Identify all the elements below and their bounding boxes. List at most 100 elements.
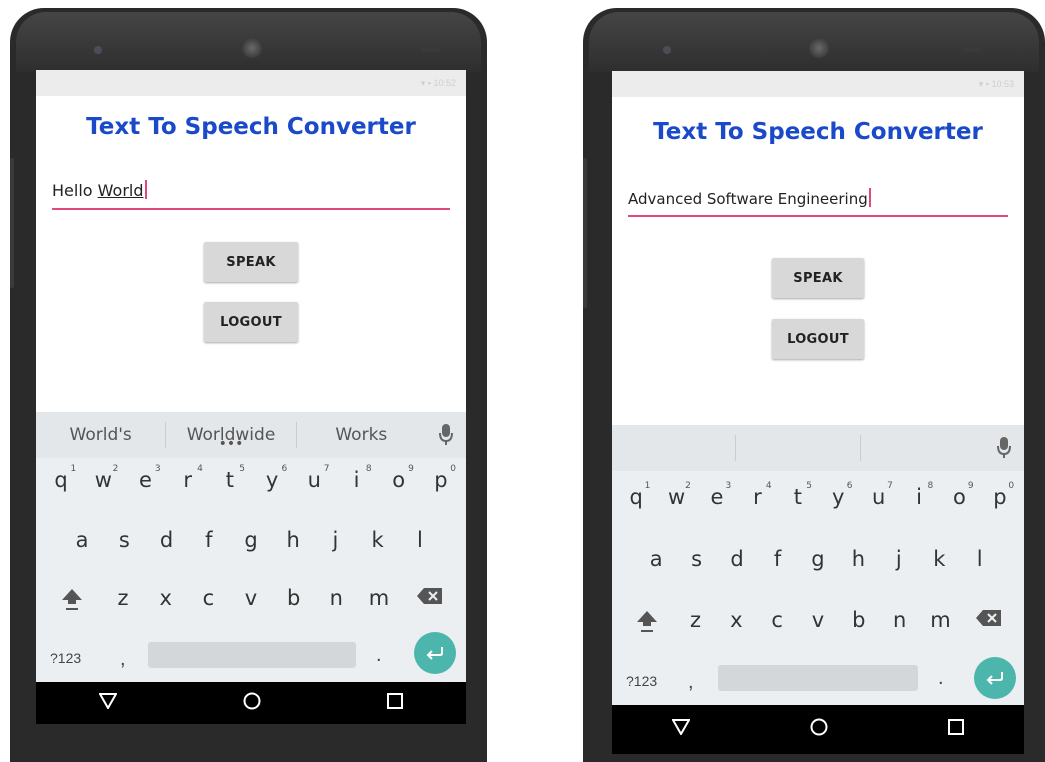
backspace-icon[interactable] [961,608,1018,648]
key-s[interactable]: s [103,528,145,568]
key-x[interactable]: x [144,586,187,626]
key-g[interactable]: g [798,547,838,587]
key-k[interactable]: k [919,547,959,587]
status-bar: ▾ ▪ 10:53 [612,71,1024,97]
key-a[interactable]: a [636,547,676,587]
logout-button[interactable]: LOGOUT [772,319,864,359]
keyboard-row-1: q1 w2 e3 r4 t5 y6 u7 i8 o9 p0 [612,481,1024,525]
key-g[interactable]: g [230,528,272,568]
key-f[interactable]: f [188,528,230,568]
key-w[interactable]: w2 [82,464,124,508]
key-l[interactable]: l [960,547,1000,587]
key-p[interactable]: p0 [420,464,462,508]
more-suggestions-dots: ••• [218,436,244,452]
key-c[interactable]: c [757,608,798,648]
key-t[interactable]: t5 [778,481,818,525]
back-triangle-icon[interactable] [671,719,691,740]
key-b[interactable]: b [838,608,879,648]
key-j[interactable]: j [879,547,919,587]
key-q[interactable]: q1 [40,464,82,508]
key-n[interactable]: n [879,608,920,648]
suggestion-item[interactable]: World's [36,425,165,445]
proximity-sensor [963,48,981,52]
key-o[interactable]: o9 [939,481,979,525]
side-button [10,158,14,288]
key-e[interactable]: e3 [124,464,166,508]
keyboard-row-3: z x c v b n m [612,608,1024,648]
mic-icon[interactable] [984,437,1024,459]
suggestion-item[interactable]: Works [297,425,426,445]
symbols-key[interactable]: ?123 [626,673,657,689]
shift-icon[interactable] [42,586,102,626]
speak-button[interactable]: SPEAK [204,242,298,282]
backspace-icon[interactable] [400,586,460,626]
key-q[interactable]: q1 [616,481,656,525]
keyboard-row-2: a s d f g h j k l [36,528,466,568]
comma-key[interactable]: , [688,671,694,694]
key-r[interactable]: r4 [167,464,209,508]
key-h[interactable]: h [272,528,314,568]
input-text: Hello World [52,180,147,200]
key-z[interactable]: z [102,586,145,626]
logout-button[interactable]: LOGOUT [204,302,298,342]
key-y[interactable]: y6 [251,464,293,508]
key-b[interactable]: b [272,586,315,626]
mic-icon[interactable] [426,424,466,446]
space-bar[interactable] [718,665,918,691]
key-s[interactable]: s [676,547,716,587]
key-v[interactable]: v [230,586,273,626]
back-triangle-icon[interactable] [98,692,118,714]
key-w[interactable]: w2 [656,481,696,525]
phone-left: ▾ ▪ 10:52 Text To Speech Converter Hello… [10,8,487,762]
keyboard-row-4: ?123 , . [36,632,466,682]
keyboard-row-2: a s d f g h j k l [612,547,1024,587]
key-d[interactable]: d [145,528,187,568]
keyboard-row-4: ?123 , . [612,657,1024,705]
key-o[interactable]: o9 [378,464,420,508]
speak-button[interactable]: SPEAK [772,258,864,298]
key-z[interactable]: z [675,608,716,648]
recents-square-icon[interactable] [387,692,403,714]
earpiece-speaker [242,38,262,58]
side-button [583,158,587,308]
divider [735,435,737,461]
key-f[interactable]: f [757,547,797,587]
key-i[interactable]: i8 [335,464,377,508]
enter-icon[interactable] [414,632,456,674]
text-input[interactable]: Advanced Software Engineering [628,188,1008,217]
shift-icon[interactable] [618,608,675,648]
key-m[interactable]: m [920,608,961,648]
key-i[interactable]: i8 [899,481,939,525]
suggestion-strip [612,425,1024,471]
key-t[interactable]: t5 [209,464,251,508]
key-x[interactable]: x [716,608,757,648]
text-input[interactable]: Hello World [52,180,450,210]
keyboard-row-1: q1 w2 e3 r4 t5 y6 u7 i8 o9 p0 [36,464,466,508]
key-r[interactable]: r4 [737,481,777,525]
enter-icon[interactable] [974,657,1016,699]
key-h[interactable]: h [838,547,878,587]
key-a[interactable]: a [61,528,103,568]
home-circle-icon[interactable] [243,692,261,715]
key-l[interactable]: l [399,528,441,568]
recents-square-icon[interactable] [948,719,964,740]
space-bar[interactable] [148,642,356,668]
key-e[interactable]: e3 [697,481,737,525]
key-n[interactable]: n [315,586,358,626]
symbols-key[interactable]: ?123 [50,650,81,666]
comma-key[interactable]: , [120,648,126,671]
key-v[interactable]: v [798,608,839,648]
suggestion-item[interactable]: Worldwide ••• [166,425,295,451]
home-circle-icon[interactable] [810,718,828,741]
key-u[interactable]: u7 [293,464,335,508]
period-key[interactable]: . [376,644,382,667]
key-j[interactable]: j [314,528,356,568]
period-key[interactable]: . [938,667,944,690]
key-p[interactable]: p0 [980,481,1020,525]
key-k[interactable]: k [357,528,399,568]
key-u[interactable]: u7 [858,481,898,525]
key-d[interactable]: d [717,547,757,587]
key-y[interactable]: y6 [818,481,858,525]
key-c[interactable]: c [187,586,230,626]
key-m[interactable]: m [358,586,401,626]
